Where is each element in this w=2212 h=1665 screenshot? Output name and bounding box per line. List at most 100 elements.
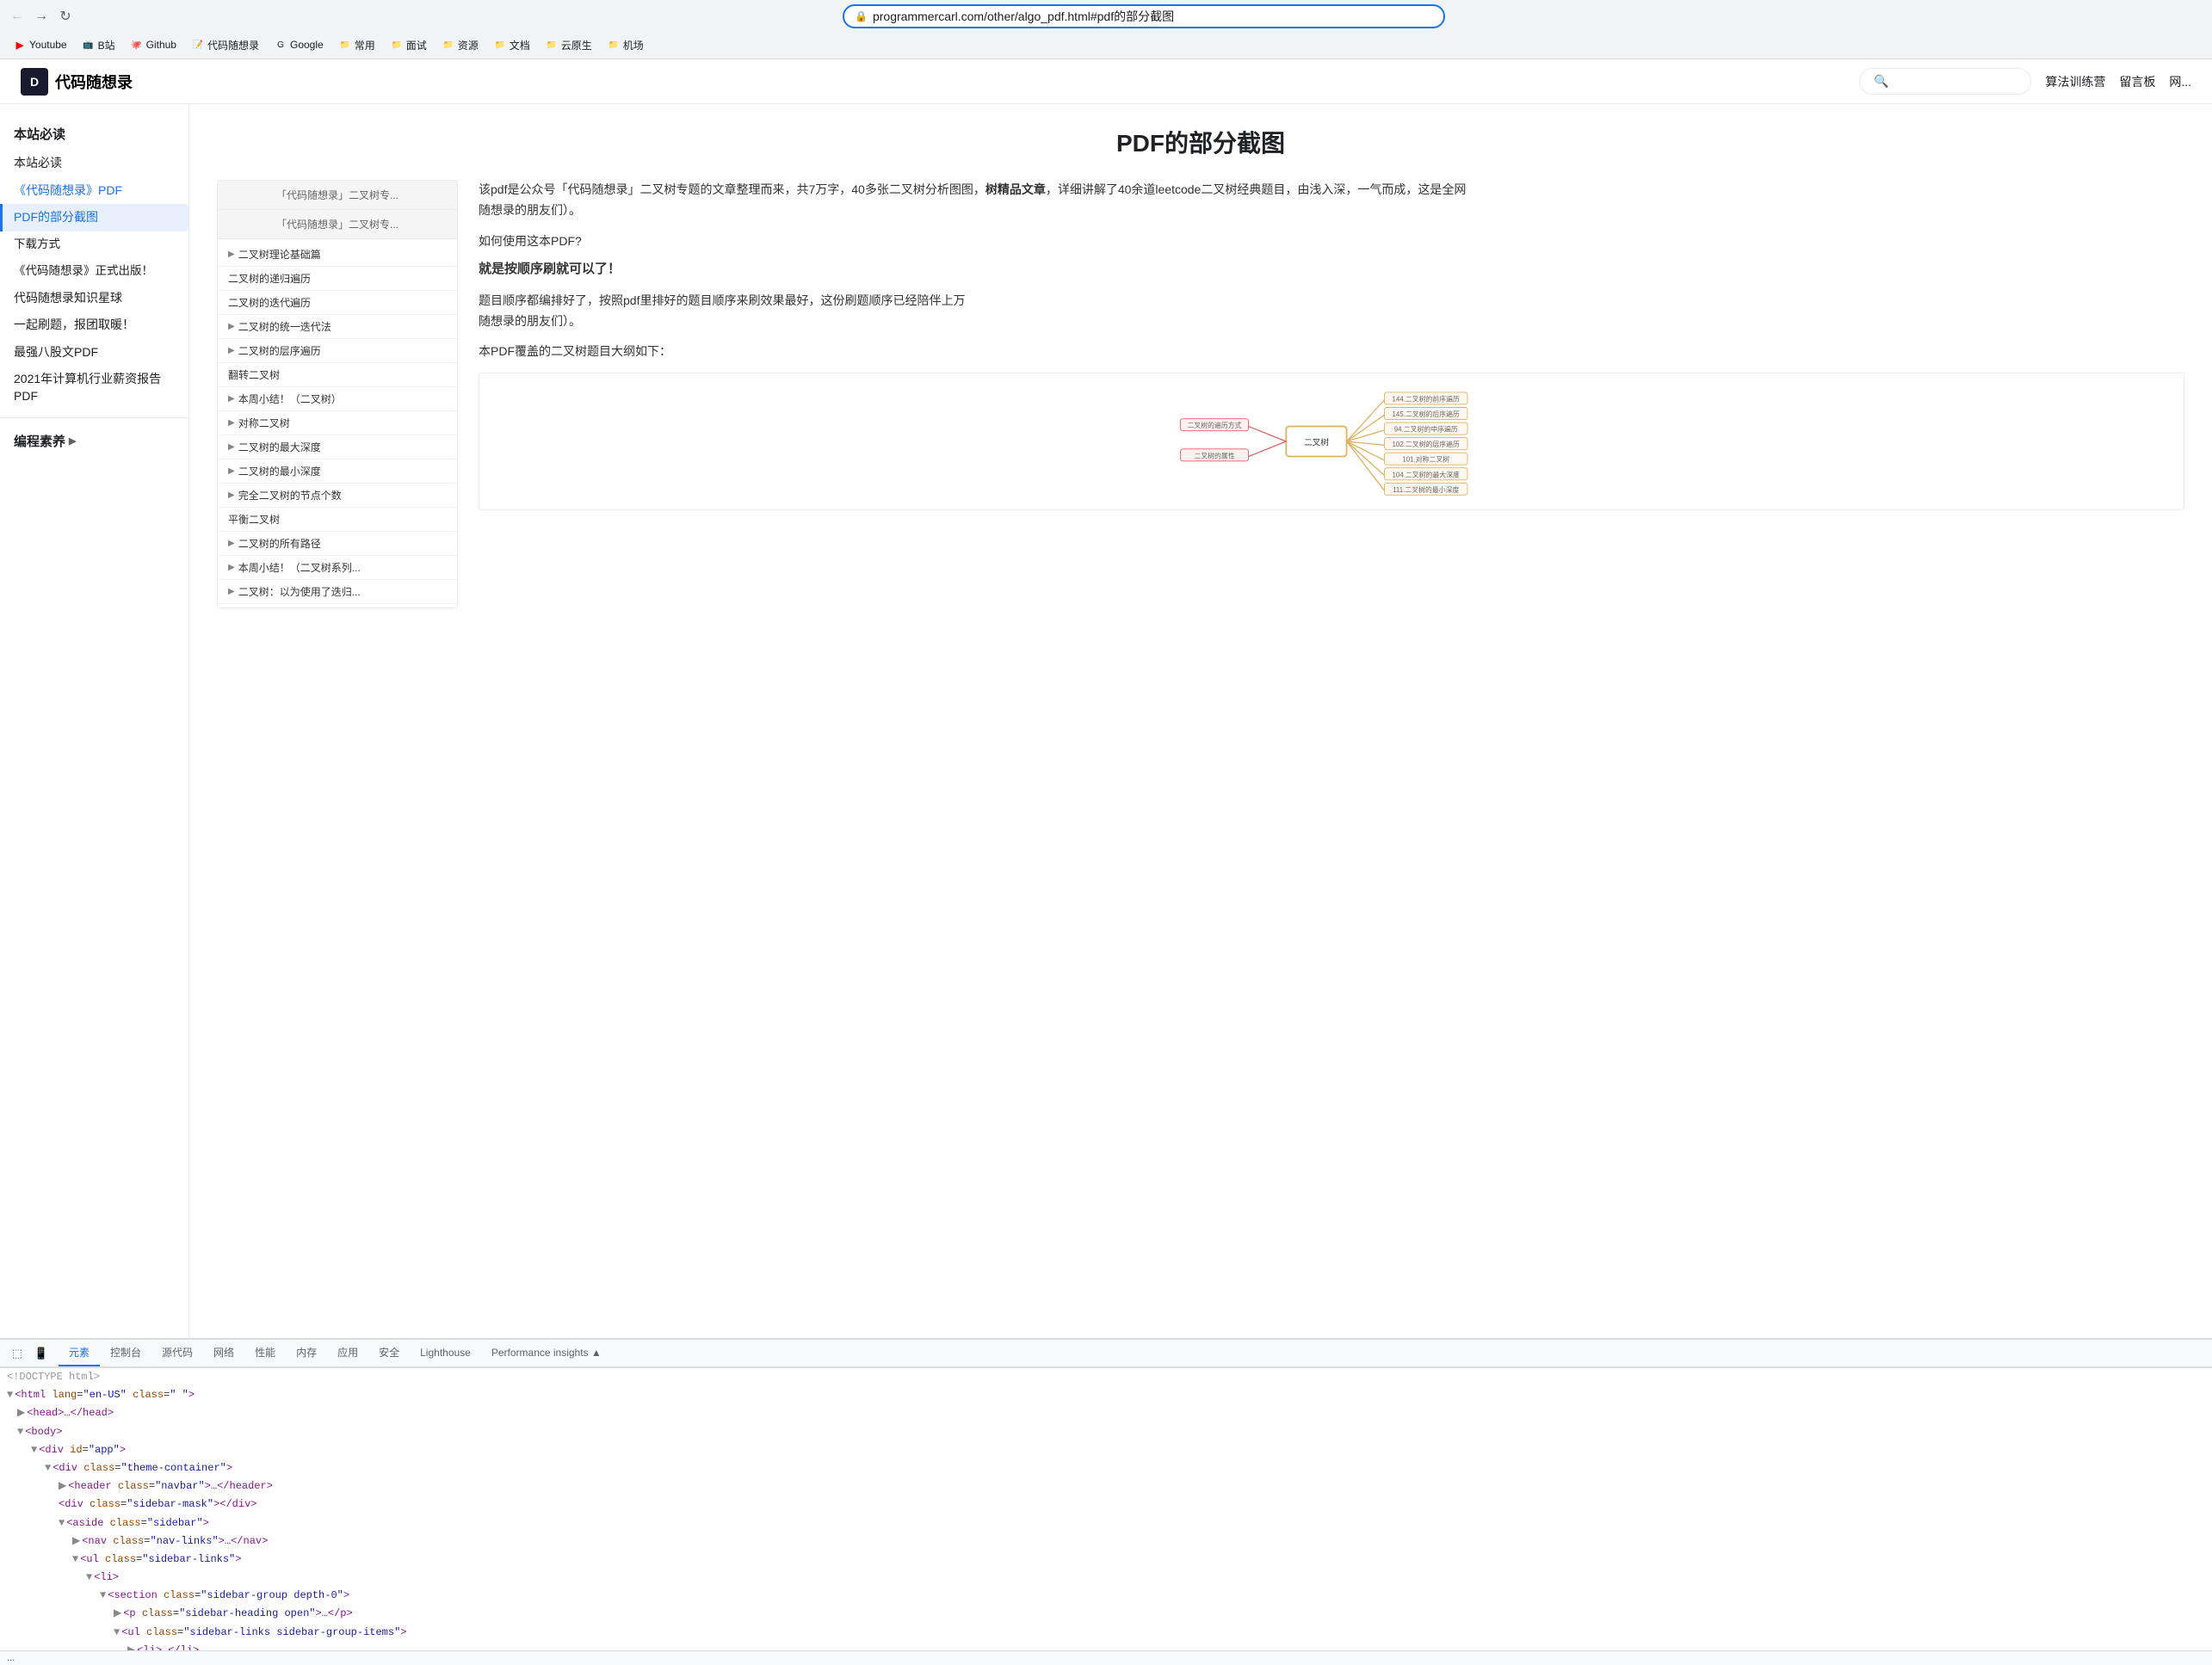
tab-performance-insights[interactable]: Performance insights ▲ <box>481 1341 612 1366</box>
github-icon: 🐙 <box>131 39 143 51</box>
svg-text:101.对称二叉树: 101.对称二叉树 <box>1402 455 1449 464</box>
tab-memory[interactable]: 内存 <box>286 1340 327 1366</box>
main-content: PDF的部分截图 「代码随想录」二叉树专... 「代码随想录」二叉树专... ▶… <box>189 104 2212 1338</box>
code-icon: 📝 <box>192 39 204 51</box>
code-line-5[interactable]: ▼<div id="app"> <box>0 1441 2212 1459</box>
sidebar-item-salary[interactable]: 2021年计算机行业薪资报告PDF <box>0 366 188 410</box>
search-icon: 🔍 <box>1874 74 1888 89</box>
code-line-11[interactable]: ▼<ul class="sidebar-links"> <box>0 1551 2212 1569</box>
logo-letter: D <box>30 75 39 89</box>
bookmark-cloud[interactable]: 📁 云原生 <box>539 36 599 54</box>
toc-item-1: ▶ 二叉树理论基础篇 <box>218 243 457 267</box>
svg-text:102.二叉树的层序遍历: 102.二叉树的层序遍历 <box>1393 440 1460 448</box>
pdf-header-1: 「代码随想录」二叉树专... <box>218 181 457 210</box>
navbar-comments[interactable]: 留言板 <box>2119 73 2155 90</box>
folder-icon-1: 📁 <box>339 39 351 51</box>
folder-icon-3: 📁 <box>442 39 454 51</box>
folder-icon-5: 📁 <box>546 39 558 51</box>
tab-elements[interactable]: 元素 <box>59 1340 100 1366</box>
sidebar-item-must-read[interactable]: 本站必读 <box>0 150 188 177</box>
bookmark-code[interactable]: 📝 代码随想录 <box>185 36 266 54</box>
svg-text:111.二叉树的最小深度: 111.二叉树的最小深度 <box>1393 485 1459 494</box>
code-line-16[interactable]: ▶<li>…</li> <box>0 1642 2212 1650</box>
forward-button[interactable]: → <box>31 6 52 27</box>
svg-text:94.二叉树的中序遍历: 94.二叉树的中序遍历 <box>1394 425 1458 434</box>
navbar-left: D 代码随想录 <box>21 68 133 96</box>
code-line-14[interactable]: ▶<p class="sidebar-heading open">…</p> <box>0 1605 2212 1623</box>
tab-console[interactable]: 控制台 <box>100 1340 151 1366</box>
bookmark-resource[interactable]: 📁 资源 <box>436 36 485 54</box>
svg-text:104.二叉树的最大深度: 104.二叉树的最大深度 <box>1393 471 1460 479</box>
code-line-10[interactable]: ▶<nav class="nav-links">…</nav> <box>0 1532 2212 1551</box>
bookmark-airport[interactable]: 📁 机场 <box>601 36 651 54</box>
bookmark-google-label: Google <box>290 39 324 51</box>
bookmark-airport-label: 机场 <box>623 38 644 52</box>
code-line-13[interactable]: ▼<section class="sidebar-group depth-0"> <box>0 1587 2212 1605</box>
google-icon: G <box>275 39 287 51</box>
devtools-panel: <!DOCTYPE html> ▼<html lang="en-US" clas… <box>0 1367 2212 1650</box>
pdf-preview-container: 「代码随想录」二叉树专... 「代码随想录」二叉树专... ▶ 二叉树理论基础篇… <box>217 180 458 608</box>
devtools-device-btn[interactable]: 📱 <box>31 1343 52 1364</box>
code-line-12[interactable]: ▼<li> <box>0 1569 2212 1587</box>
tab-security[interactable]: 安全 <box>368 1340 410 1366</box>
sidebar-section-programming[interactable]: 编程素养 ▶ <box>0 425 188 457</box>
devtools-cursor-btn[interactable]: ⬚ <box>7 1343 28 1364</box>
bookmark-github-label: Github <box>146 39 176 51</box>
bottom-ellipsis: ... <box>7 1653 15 1663</box>
pdf-header-2: 「代码随想录」二叉树专... <box>218 210 457 239</box>
back-button[interactable]: ← <box>7 6 28 27</box>
address-text: programmercarl.com/other/algo_pdf.html#p… <box>873 8 1433 25</box>
sidebar-item-download[interactable]: 下载方式 <box>0 231 188 258</box>
bookmark-docs[interactable]: 📁 文档 <box>487 36 537 54</box>
sidebar-item-published[interactable]: 《代码随想录》正式出版！ <box>0 258 188 285</box>
svg-text:二叉树的属性: 二叉树的属性 <box>1194 452 1234 460</box>
tab-lighthouse[interactable]: Lighthouse <box>410 1341 481 1366</box>
code-line-3[interactable]: ▶<head>…</head> <box>0 1404 2212 1422</box>
intro-paragraph: 该pdf是公众号「代码随想录」二叉树专题的文章整理而来，共7万字，40多张二叉树… <box>479 180 2184 221</box>
devtools-icons: ⬚ 📱 <box>7 1343 52 1364</box>
bookmark-youtube[interactable]: ▶ Youtube <box>7 37 74 52</box>
tab-application[interactable]: 应用 <box>327 1340 368 1366</box>
sidebar-item-pdf-screenshots[interactable]: PDF的部分截图 <box>0 204 188 231</box>
bookmark-interview[interactable]: 📁 面试 <box>384 36 434 54</box>
code-line-8[interactable]: <div class="sidebar-mask"></div> <box>0 1495 2212 1514</box>
toc-item-10: ▶ 二叉树的最小深度 <box>218 459 457 484</box>
toc-item-15: ▶ 二叉树：以为使用了迭归... <box>218 580 457 604</box>
svg-text:144.二叉树的前序遍历: 144.二叉树的前序遍历 <box>1393 395 1460 404</box>
sidebar-item-pdf[interactable]: 《代码随想录》PDF <box>0 177 188 205</box>
toc-item-2: 二叉树的递归遍历 <box>218 267 457 291</box>
reload-button[interactable]: ↻ <box>55 6 76 27</box>
toc-item-14: ▶ 本周小结！（二叉树系列... <box>218 556 457 580</box>
code-line-4[interactable]: ▼<body> <box>0 1423 2212 1441</box>
youtube-icon: ▶ <box>14 39 26 51</box>
mind-map-svg: 二叉树 144.二叉树的前序遍历 <box>479 373 2184 509</box>
bilibili-icon: 📺 <box>83 39 95 51</box>
sidebar-item-study[interactable]: 一起刷题，报团取暖！ <box>0 311 188 339</box>
toc-item-7: ▶ 本周小结！（二叉树） <box>218 387 457 411</box>
address-bar[interactable]: 🔒 programmercarl.com/other/algo_pdf.html… <box>843 4 1445 28</box>
tab-sources[interactable]: 源代码 <box>151 1340 203 1366</box>
sidebar-item-star[interactable]: 代码随想录知识星球 <box>0 285 188 312</box>
tab-network[interactable]: 网络 <box>203 1340 244 1366</box>
tab-performance[interactable]: 性能 <box>244 1340 286 1366</box>
search-box[interactable]: 🔍 <box>1859 68 2031 95</box>
toc-item-3: 二叉树的迭代遍历 <box>218 291 457 315</box>
code-line-7[interactable]: ▶<header class="navbar">…</header> <box>0 1477 2212 1495</box>
bookmark-interview-label: 面试 <box>406 38 427 52</box>
page-title: PDF的部分截图 <box>217 125 2184 159</box>
code-line-2[interactable]: ▼<html lang="en-US" class=" "> <box>0 1386 2212 1404</box>
folder-icon-4: 📁 <box>494 39 506 51</box>
code-line-15[interactable]: ▼<ul class="sidebar-links sidebar-group-… <box>0 1624 2212 1642</box>
sidebar-item-bagu[interactable]: 最强八股文PDF <box>0 339 188 367</box>
bookmark-common[interactable]: 📁 常用 <box>332 36 382 54</box>
code-line-6[interactable]: ▼<div class="theme-container"> <box>0 1459 2212 1477</box>
bookmark-bilibili[interactable]: 📺 B站 <box>76 36 122 54</box>
bookmark-github[interactable]: 🐙 Github <box>124 37 183 52</box>
bookmark-bilibili-label: B站 <box>98 38 115 52</box>
code-line-1: <!DOCTYPE html> <box>0 1368 2212 1386</box>
navbar-training[interactable]: 算法训练营 <box>2045 73 2105 90</box>
coverage-text: 本PDF覆盖的二叉树题目大纲如下： <box>479 342 2184 362</box>
bookmark-google[interactable]: G Google <box>268 37 331 52</box>
navbar-more[interactable]: 网... <box>2169 73 2191 90</box>
code-line-9[interactable]: ▼<aside class="sidebar"> <box>0 1514 2212 1532</box>
